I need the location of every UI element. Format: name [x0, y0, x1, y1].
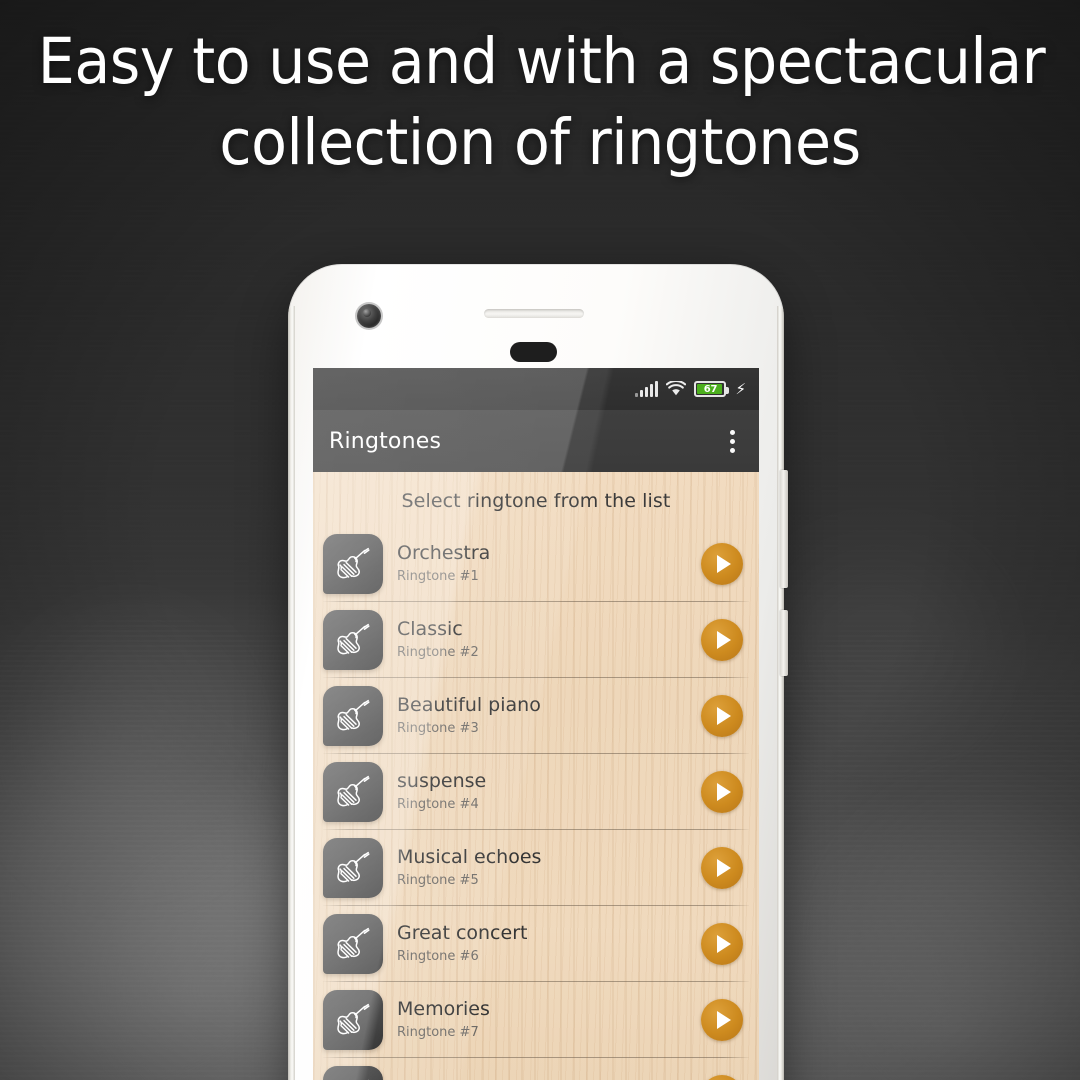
headline: Easy to use and with a spectacular colle… [37, 22, 1046, 183]
ringtone-row[interactable]: Orchestra Ringtone #1 [313, 526, 759, 601]
ringtone-title: Great concert [397, 922, 528, 944]
play-icon[interactable] [701, 846, 743, 889]
ringtone-text: Beautiful piano Ringtone #3 [383, 695, 701, 737]
phone-mockup: 67 ⚡ Ringtones Select ringtone from the … [288, 264, 788, 1080]
phone-body: 67 ⚡ Ringtones Select ringtone from the … [288, 264, 784, 1080]
ringtone-subtitle: Ringtone #5 [397, 873, 479, 889]
promo-graphic: Easy to use and with a spectacular colle… [0, 0, 1080, 1080]
ringtone-text: Musical echoes Ringtone #5 [383, 847, 701, 889]
ringtone-list: Orchestra Ringtone #1 Classic Ringtone #2 Be… [313, 526, 759, 1080]
app-bar: Ringtones [313, 410, 759, 472]
headline-line-1: Easy to use and with a spectacular [37, 25, 1046, 98]
ringtone-subtitle: Ringtone #6 [397, 949, 479, 965]
ringtone-title: suspense [397, 770, 487, 792]
ringtone-row[interactable]: Beautiful piano Ringtone #3 [313, 678, 759, 753]
play-icon[interactable] [701, 694, 743, 737]
volume-button[interactable] [780, 470, 788, 588]
violin-icon [323, 989, 383, 1050]
play-icon[interactable] [701, 618, 743, 661]
ringtone-subtitle: Ringtone #3 [397, 721, 479, 737]
power-button[interactable] [780, 610, 788, 676]
play-icon[interactable] [701, 770, 743, 813]
app-title: Ringtones [329, 428, 442, 454]
ringtone-title: Classic [397, 618, 463, 640]
wifi-icon [666, 380, 687, 397]
ringtone-title: Beautiful piano [397, 694, 541, 716]
ringtone-list-container: Select ringtone from the list Orchestra R… [313, 472, 759, 1080]
ringtone-row[interactable]: Musical echoes Ringtone #5 [313, 830, 759, 905]
battery-icon: 67 [694, 381, 730, 397]
play-icon[interactable] [701, 922, 743, 965]
ringtone-row[interactable]: Memories Ringtone #7 [313, 982, 759, 1057]
violin-glyph [337, 1003, 370, 1034]
status-bar: 67 ⚡ [313, 368, 759, 410]
ringtone-row[interactable]: Classic Ringtone #2 [313, 602, 759, 677]
charging-bolt-icon: ⚡ [735, 379, 746, 398]
sensor-pill [510, 342, 557, 362]
violin-glyph [337, 775, 370, 806]
violin-glyph [337, 927, 370, 958]
list-header: Select ringtone from the list [401, 490, 671, 512]
violin-glyph [366, 1079, 369, 1080]
play-icon[interactable] [701, 1074, 743, 1080]
violin-icon [323, 837, 383, 898]
violin-glyph [337, 623, 370, 654]
ringtone-subtitle: Ringtone #4 [397, 797, 479, 813]
ringtone-subtitle: Ringtone #2 [397, 645, 479, 661]
ringtone-title: Musical echoes [397, 846, 542, 868]
ringtone-row[interactable]: suspense Ringtone #4 [313, 754, 759, 829]
ringtone-text: Memories Ringtone #7 [383, 999, 701, 1041]
violin-icon [323, 533, 383, 594]
violin-glyph [337, 547, 370, 578]
earpiece-speaker [484, 309, 584, 318]
phone-screen: 67 ⚡ Ringtones Select ringtone from the … [313, 368, 759, 1080]
ringtone-text: suspense Ringtone #4 [383, 771, 701, 813]
ringtone-row-partial[interactable] [313, 1058, 759, 1080]
signal-bars-icon [635, 381, 659, 397]
ringtone-subtitle: Ringtone #1 [397, 569, 479, 585]
play-icon[interactable] [701, 998, 743, 1041]
status-bar-icons: 67 ⚡ [635, 379, 746, 398]
headline-line-2: collection of ringtones [219, 105, 861, 179]
ringtone-subtitle: Ringtone #7 [397, 1025, 479, 1041]
ringtone-text: Great concert Ringtone #6 [383, 923, 701, 965]
front-camera-icon [357, 304, 381, 328]
ringtone-text: Classic Ringtone #2 [383, 619, 701, 661]
violin-glyph [337, 699, 370, 730]
violin-icon [323, 761, 383, 822]
phone-left-rail [288, 306, 295, 1080]
ringtone-row[interactable]: Great concert Ringtone #6 [313, 906, 759, 981]
ringtone-title: Orchestra [397, 542, 491, 564]
ringtone-text: Orchestra Ringtone #1 [383, 543, 701, 585]
play-icon[interactable] [701, 542, 743, 585]
violin-icon [323, 1065, 383, 1080]
violin-icon [323, 913, 383, 974]
violin-icon [323, 685, 383, 746]
violin-icon [323, 609, 383, 670]
battery-percent-label: 67 [703, 383, 718, 395]
phone-right-rail [777, 306, 784, 1080]
overflow-menu-icon[interactable] [722, 424, 743, 459]
ringtone-title: Memories [397, 998, 490, 1020]
violin-glyph [337, 851, 370, 882]
